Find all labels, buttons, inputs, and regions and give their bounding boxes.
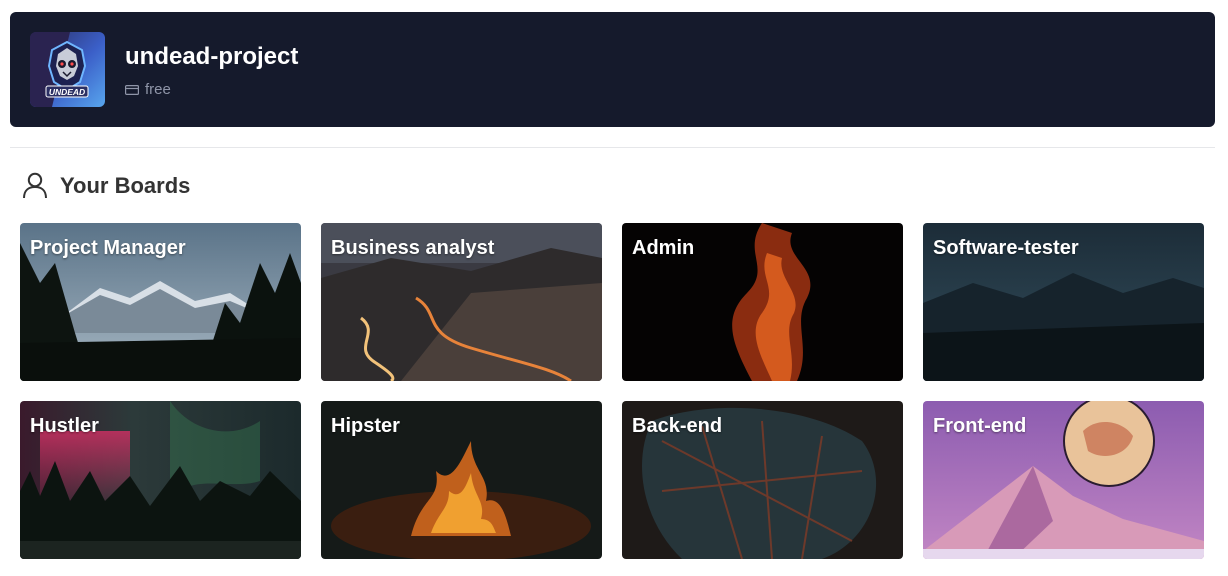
workspace-name: undead-project bbox=[125, 43, 299, 70]
board-tile-back-end[interactable]: Back-end bbox=[622, 401, 903, 559]
board-tile-software-tester[interactable]: Software-tester bbox=[923, 223, 1204, 381]
board-title: Hipster bbox=[331, 415, 400, 437]
user-icon bbox=[23, 172, 47, 199]
section-title: Your Boards bbox=[60, 172, 191, 198]
board-title: Front-end bbox=[933, 415, 1027, 437]
board-title: Project Manager bbox=[30, 237, 186, 259]
board-title: Software-tester bbox=[933, 237, 1079, 259]
divider bbox=[10, 147, 1215, 148]
plan-label: free bbox=[145, 81, 171, 98]
board-tile-front-end[interactable]: Front-end bbox=[923, 401, 1204, 559]
board-tile-hipster[interactable]: Hipster bbox=[321, 401, 602, 559]
workspace-plan: free bbox=[125, 81, 171, 99]
board-tile-admin[interactable]: Admin bbox=[622, 223, 903, 381]
board-title: Back-end bbox=[632, 415, 723, 437]
board-tile-project-manager[interactable]: Project Manager bbox=[20, 223, 301, 381]
board-title: Business analyst bbox=[331, 237, 495, 259]
svg-text:UNDEAD: UNDEAD bbox=[49, 87, 85, 97]
workspace-logo[interactable]: UNDEAD bbox=[30, 32, 105, 107]
board-tile-business-analyst[interactable]: Business analyst bbox=[321, 223, 602, 381]
your-boards-heading: Your Boards bbox=[22, 172, 190, 199]
board-title: Admin bbox=[632, 237, 695, 259]
credit-card-icon bbox=[125, 85, 139, 95]
undead-mascot-icon: UNDEAD bbox=[30, 32, 89, 107]
board-title: Hustler bbox=[30, 415, 99, 437]
board-tile-hustler[interactable]: Hustler bbox=[20, 401, 301, 559]
workspace-header: UNDEAD undead-project free bbox=[10, 12, 1215, 127]
